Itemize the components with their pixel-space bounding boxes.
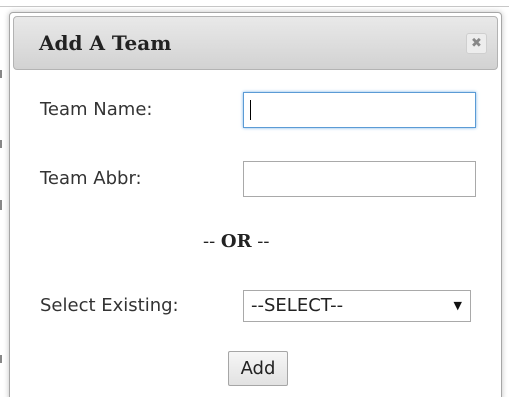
team-name-input[interactable] [243, 92, 476, 128]
dropdown-arrow-icon: ▼ [453, 299, 462, 312]
background-edge-mark [0, 200, 2, 210]
select-existing-label: Select Existing: [40, 295, 179, 316]
add-team-dialog: Add A Team ✖ Team Name: Team Abbr: -- OR… [9, 12, 502, 397]
dialog-titlebar[interactable]: Add A Team ✖ [13, 16, 498, 70]
add-button[interactable]: Add [228, 351, 288, 386]
select-value: --SELECT-- [251, 295, 344, 316]
background-divider [0, 6, 509, 7]
text-caret [250, 100, 251, 120]
or-dashes-right: -- [251, 231, 270, 252]
existing-team-select[interactable]: --SELECT-- ▼ [243, 290, 471, 322]
background-edge-mark [0, 355, 2, 363]
team-abbr-label: Team Abbr: [40, 168, 142, 189]
dialog-title: Add A Team [39, 31, 172, 55]
page: Add A Team ✖ Team Name: Team Abbr: -- OR… [0, 0, 509, 397]
team-abbr-input[interactable] [243, 161, 476, 197]
close-icon[interactable]: ✖ [466, 33, 487, 54]
or-separator: -- OR -- [203, 231, 269, 252]
or-word: OR [220, 231, 252, 252]
background-edge-mark [0, 70, 2, 78]
team-name-label: Team Name: [40, 99, 153, 120]
background-edge-mark [0, 140, 2, 148]
or-dashes-left: -- [203, 231, 221, 252]
